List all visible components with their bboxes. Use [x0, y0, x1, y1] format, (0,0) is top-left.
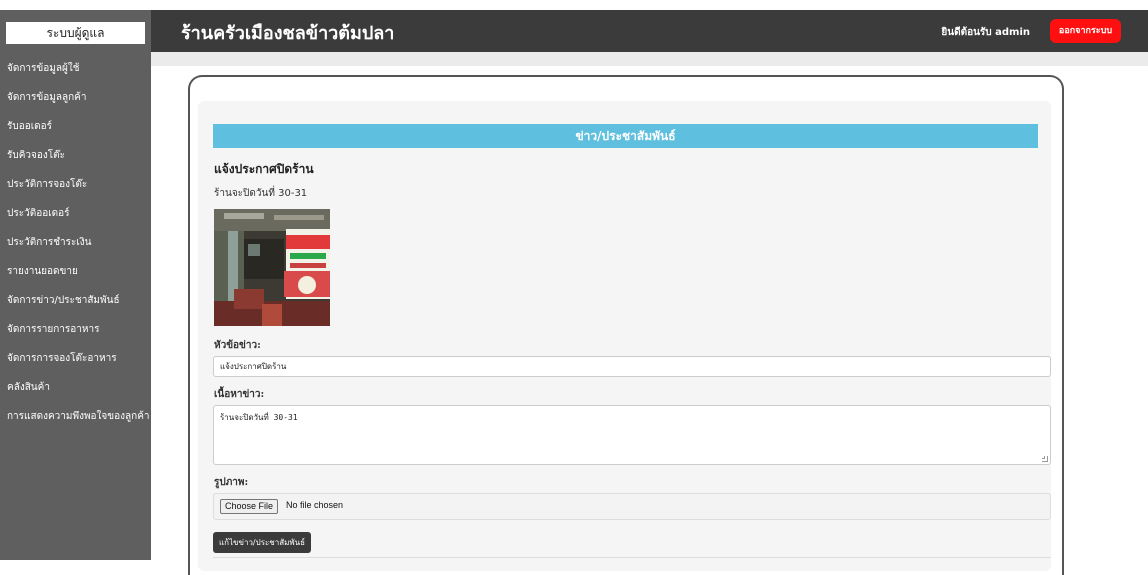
news-body: ร้านจะปิดวันที่ 30-31 [214, 188, 308, 199]
sidebar-item-table-booking[interactable]: จัดการการจองโต๊ะอาหาร [0, 344, 151, 373]
sidebar-item-sales-report[interactable]: รายงานยอดขาย [0, 257, 151, 286]
sidebar-menu: จัดการข้อมูลผู้ใช้ จัดการข้อมูลลูกค้า รั… [0, 54, 151, 423]
restaurant-photo-icon [214, 209, 330, 326]
sidebar-title: ระบบผู้ดูแล [6, 22, 145, 44]
sidebar-item-users[interactable]: จัดการข้อมูลผู้ใช้ [0, 54, 151, 83]
sidebar: ระบบผู้ดูแล จัดการข้อมูลผู้ใช้ จัดการข้อ… [0, 10, 151, 560]
welcome-text: ยินดีต้อนรับ admin [941, 27, 1030, 38]
news-image [214, 209, 330, 326]
sidebar-item-news[interactable]: จัดการข่าว/ประชาสัมพันธ์ [0, 286, 151, 315]
choose-file-button[interactable]: Choose File [220, 499, 279, 514]
news-title: แจ้งประกาศปิดร้าน [214, 162, 314, 176]
title-field-label: หัวข้อข่าว: [214, 340, 261, 351]
section-title: ข่าว/ประชาสัมพันธ์ [213, 124, 1038, 148]
update-news-button[interactable]: แก้ไขข่าว/ประชาสัมพันธ์ [213, 532, 311, 553]
news-title-input[interactable]: แจ้งประกาศปิดร้าน [213, 356, 1051, 377]
content-field-label: เนื้อหาข่าว: [214, 389, 265, 400]
sidebar-item-menu[interactable]: จัดการรายการอาหาร [0, 315, 151, 344]
sidebar-item-inventory[interactable]: คลังสินค้า [0, 373, 151, 402]
image-field-label: รูปภาพ: [214, 477, 249, 488]
header-band [151, 52, 1148, 66]
file-input: Choose File No file chosen [213, 493, 1051, 520]
logout-button[interactable]: ออกจากระบบ [1050, 19, 1121, 43]
sidebar-item-table-queue[interactable]: รับคิวจองโต๊ะ [0, 141, 151, 170]
sidebar-item-order-history[interactable]: ประวัติออเดอร์ [0, 199, 151, 228]
file-status-text: No file chosen [286, 500, 344, 510]
top-header: ร้านครัวเมืองชลข้าวต้มปลา ยินดีต้อนรับ a… [151, 10, 1148, 52]
divider [213, 557, 1051, 558]
resize-grip-icon[interactable] [1042, 456, 1048, 462]
top-strip [0, 0, 1148, 10]
sidebar-item-booking-history[interactable]: ประวัติการจองโต๊ะ [0, 170, 151, 199]
sidebar-item-satisfaction[interactable]: การแสดงความพึงพอใจของลูกค้า [0, 402, 150, 423]
sidebar-item-orders[interactable]: รับออเดอร์ [0, 112, 151, 141]
app-title: ร้านครัวเมืองชลข้าวต้มปลา [181, 23, 395, 44]
sidebar-item-customers[interactable]: จัดการข้อมูลลูกค้า [0, 83, 151, 112]
news-content-textarea[interactable]: ร้านจะปิดวันที่ 30-31 [213, 405, 1051, 465]
sidebar-item-payment-history[interactable]: ประวัติการชำระเงิน [0, 228, 151, 257]
news-content-value: ร้านจะปิดวันที่ 30-31 [220, 413, 298, 422]
